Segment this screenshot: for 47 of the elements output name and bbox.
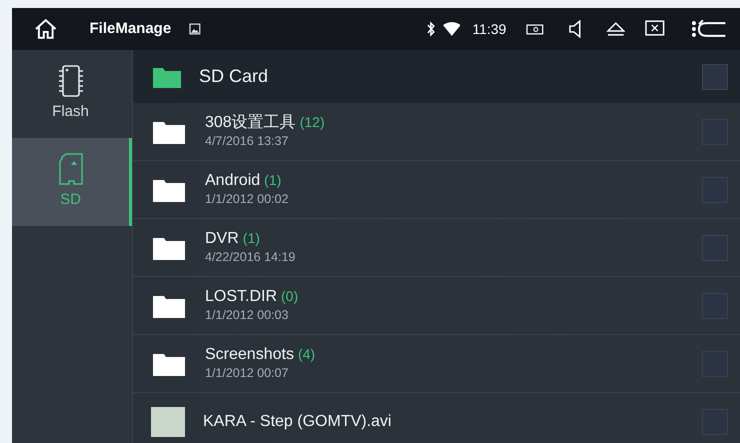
sidebar-item[interactable]: SD (12, 138, 132, 226)
radio-icon[interactable] (526, 23, 544, 35)
file-date: 4/22/2016 14:19 (205, 248, 296, 266)
checkbox[interactable] (702, 292, 728, 318)
file-date: 1/1/2012 00:03 (205, 306, 290, 324)
checkbox[interactable] (702, 176, 728, 202)
file-row[interactable]: Screenshots (4) 1/1/2012 00:07 (133, 335, 740, 393)
folder-icon (153, 120, 185, 144)
folder-icon (153, 236, 185, 260)
file-date: 1/1/2012 00:02 (205, 190, 288, 208)
file-name: LOST.DIR (0) (205, 286, 298, 306)
back-icon[interactable] (696, 20, 726, 38)
file-name: DVR (1) (205, 228, 261, 248)
location-name: SD Card (199, 66, 268, 88)
eject-icon[interactable] (606, 21, 626, 37)
menu-icon[interactable] (690, 20, 697, 38)
checkbox[interactable] (702, 350, 728, 376)
file-name: Screenshots (4) (205, 344, 316, 364)
thumbnail-placeholder (151, 406, 185, 436)
bluetooth-icon (424, 21, 437, 37)
file-row[interactable]: 308设置工具 (12) 4/7/2016 13:37 (133, 103, 740, 161)
file-date: 1/1/2012 00:07 (205, 364, 290, 382)
checkbox[interactable] (702, 408, 728, 434)
screen-close-icon[interactable] (645, 20, 665, 38)
folder-icon (153, 178, 185, 202)
sidebar-item[interactable]: Flash (12, 50, 132, 138)
clock-time: 11:39 (472, 20, 506, 38)
app-title: FileManage (90, 18, 172, 39)
file-name: Android (1) (205, 170, 282, 190)
folder-icon (153, 66, 181, 88)
file-row[interactable]: DVR (1) 4/22/2016 14:19 (133, 219, 740, 277)
checkbox[interactable] (702, 118, 728, 144)
file-row[interactable]: Android (1) 1/1/2012 00:02 (133, 161, 740, 219)
file-name: KARA - Step (GOMTV).avi (203, 412, 392, 432)
wifi-icon (442, 22, 460, 36)
file-name: 308设置工具 (12) (205, 112, 325, 132)
sd-card-icon (58, 152, 84, 185)
home-icon[interactable] (34, 18, 58, 40)
file-date: 4/7/2016 13:37 (205, 132, 290, 150)
file-row[interactable]: LOST.DIR (0) 1/1/2012 00:03 (133, 277, 740, 335)
folder-icon (153, 352, 185, 376)
chip-icon (58, 64, 84, 97)
folder-icon (153, 294, 185, 318)
file-row[interactable]: KARA - Step (GOMTV).avi (133, 393, 740, 443)
checkbox[interactable] (702, 234, 728, 260)
checkbox[interactable] (702, 64, 728, 90)
image-icon (189, 23, 201, 35)
